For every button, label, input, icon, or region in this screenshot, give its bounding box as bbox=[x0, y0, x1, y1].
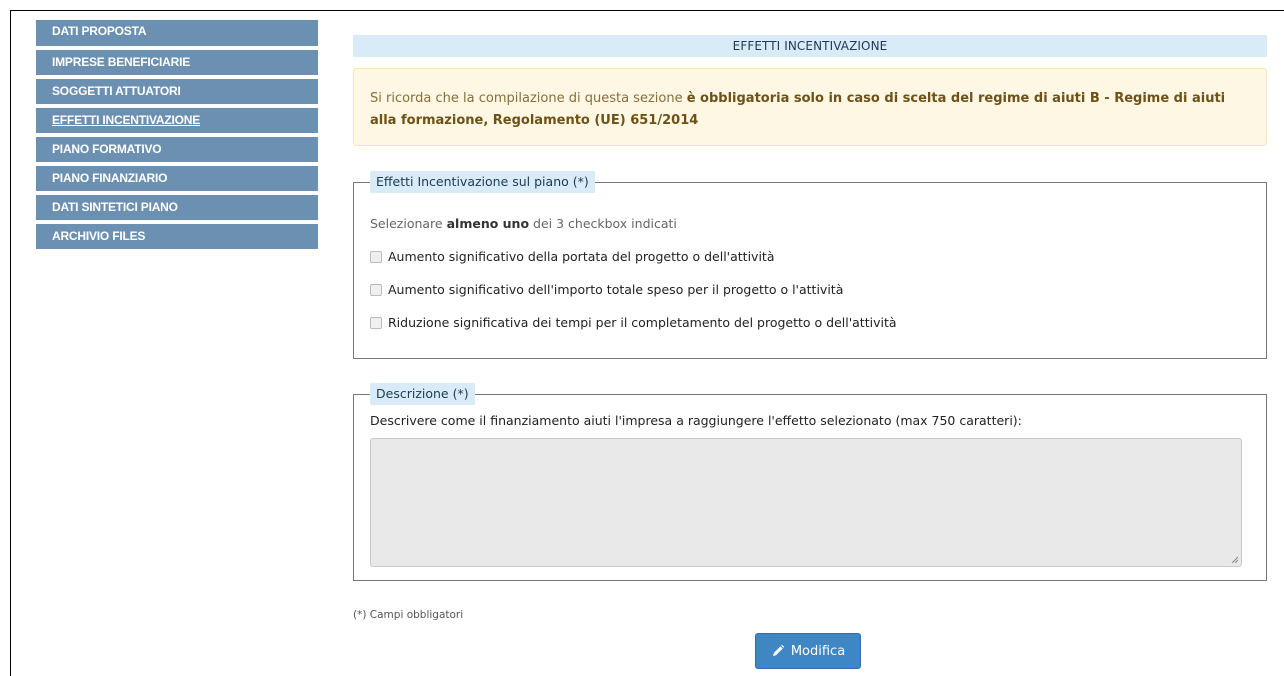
effect-option-1[interactable]: Aumento significativo della portata del … bbox=[370, 249, 774, 264]
hint-text-end: dei 3 checkbox indicati bbox=[529, 216, 677, 231]
sidebar-item-label: ARCHIVIO FILES bbox=[52, 229, 146, 243]
sidebar-item-label: DATI SINTETICI PIANO bbox=[52, 200, 178, 214]
checkbox-label: Aumento significativo della portata del … bbox=[388, 249, 775, 264]
effect-option-2[interactable]: Aumento significativo dell'importo total… bbox=[370, 282, 843, 297]
description-textarea[interactable] bbox=[370, 438, 1242, 567]
description-fieldset: Descrizione (*) Descrivere come il finan… bbox=[353, 383, 1267, 581]
checkbox-label: Riduzione significativa dei tempi per il… bbox=[388, 315, 897, 330]
sidebar-item-soggetti-attuatori[interactable]: SOGGETTI ATTUATORI bbox=[36, 79, 318, 104]
effects-fieldset: Effetti Incentivazione sul piano (*) Sel… bbox=[353, 171, 1267, 359]
hint-text: Selezionare bbox=[370, 216, 447, 231]
sidebar-item-label: SOGGETTI ATTUATORI bbox=[52, 84, 181, 98]
effects-legend: Effetti Incentivazione sul piano (*) bbox=[370, 171, 595, 193]
sidebar-item-label: DATI PROPOSTA bbox=[52, 24, 147, 38]
checkbox[interactable] bbox=[370, 316, 382, 329]
sidebar-item-imprese-beneficiarie[interactable]: IMPRESE BENEFICIARIE bbox=[36, 50, 318, 75]
description-label: Descrivere come il finanziamento aiuti l… bbox=[370, 413, 1022, 428]
sidebar-item-piano-finanziario[interactable]: PIANO FINANZIARIO bbox=[36, 166, 318, 191]
main-content: EFFETTI INCENTIVAZIONE Si ricorda che la… bbox=[353, 35, 1267, 669]
checkbox[interactable] bbox=[370, 283, 382, 296]
sidebar-item-label: IMPRESE BENEFICIARIE bbox=[52, 55, 191, 69]
edit-button[interactable]: Modifica bbox=[755, 633, 861, 669]
sidebar-menu: DATI PROPOSTA IMPRESE BENEFICIARIE SOGGE… bbox=[36, 20, 318, 253]
sidebar-item-label: PIANO FORMATIVO bbox=[52, 142, 162, 156]
alert-text: Si ricorda che la compilazione di questa… bbox=[370, 91, 687, 106]
effect-option-3[interactable]: Riduzione significativa dei tempi per il… bbox=[370, 315, 897, 330]
hint-bold: almeno uno bbox=[446, 216, 530, 231]
sidebar-item-label: EFFETTI INCENTIVAZIONE bbox=[52, 113, 201, 127]
edit-button-label: Modifica bbox=[790, 643, 846, 659]
resize-handle-icon[interactable] bbox=[1230, 555, 1238, 563]
sidebar-item-dati-proposta[interactable]: DATI PROPOSTA bbox=[36, 20, 318, 46]
sidebar-item-label: PIANO FINANZIARIO bbox=[52, 171, 168, 185]
required-fields-note: (*) Campi obbligatori bbox=[353, 609, 464, 621]
sidebar-item-piano-formativo[interactable]: PIANO FORMATIVO bbox=[36, 137, 318, 162]
sidebar-item-archivio-files[interactable]: ARCHIVIO FILES bbox=[36, 224, 318, 249]
sidebar-item-dati-sintetici-piano[interactable]: DATI SINTETICI PIANO bbox=[36, 195, 318, 220]
description-legend: Descrizione (*) bbox=[370, 383, 475, 405]
checkbox-hint: Selezionare almeno uno dei 3 checkbox in… bbox=[370, 216, 677, 231]
checkbox-label: Aumento significativo dell'importo total… bbox=[388, 282, 844, 297]
checkbox[interactable] bbox=[370, 250, 382, 263]
sidebar-item-effetti-incentivazione[interactable]: EFFETTI INCENTIVAZIONE bbox=[36, 108, 318, 133]
warning-alert: Si ricorda che la compilazione di questa… bbox=[353, 68, 1267, 146]
pencil-icon bbox=[772, 644, 785, 656]
section-title: EFFETTI INCENTIVAZIONE bbox=[353, 35, 1267, 57]
